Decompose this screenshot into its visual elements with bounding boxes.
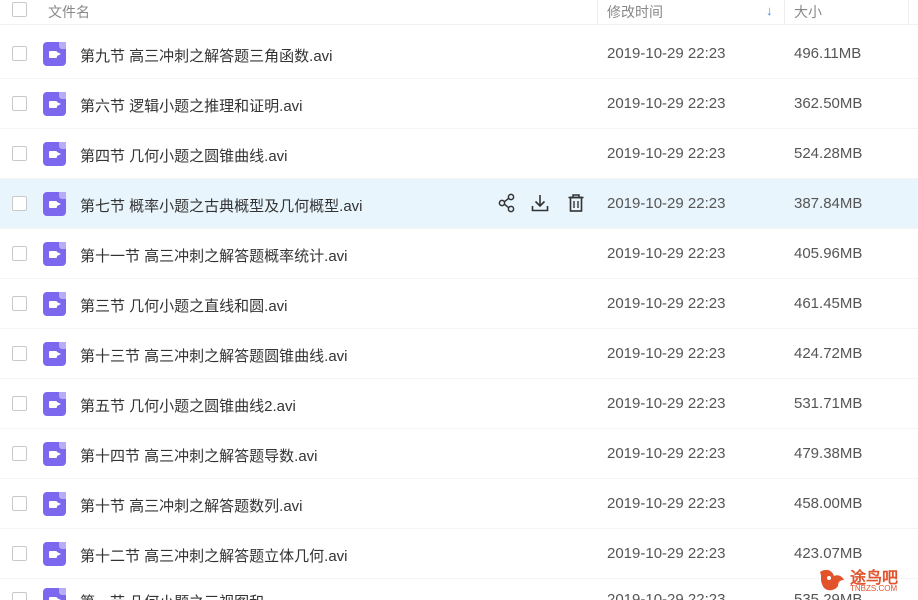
file-row[interactable]: 第三节 几何小题之直线和圆.avi 2019-10-29 22:23 461.4… bbox=[0, 279, 918, 329]
file-size: 424.72MB bbox=[794, 345, 863, 362]
file-size: 531.71MB bbox=[794, 395, 863, 412]
video-file-icon bbox=[43, 542, 66, 566]
file-modified-time: 2019-10-29 22:23 bbox=[607, 145, 726, 162]
file-size: 461.45MB bbox=[794, 295, 863, 312]
video-file-icon bbox=[43, 292, 66, 316]
file-name[interactable]: 第一节 几何小题之三视图和... bbox=[80, 591, 277, 600]
file-row[interactable]: 第九节 高三冲刺之解答题三角函数.avi 2019-10-29 22:23 49… bbox=[0, 29, 918, 79]
video-file-icon bbox=[43, 392, 66, 416]
file-name[interactable]: 第九节 高三冲刺之解答题三角函数.avi bbox=[80, 45, 333, 66]
file-row-partial[interactable]: 第一节 几何小题之三视图和... 2019-10-29 22:23 535.29… bbox=[0, 575, 918, 600]
download-icon[interactable] bbox=[529, 192, 551, 214]
video-file-icon bbox=[43, 588, 66, 600]
file-modified-time: 2019-10-29 22:23 bbox=[607, 395, 726, 412]
file-name[interactable]: 第七节 概率小题之古典概型及几何概型.avi bbox=[80, 195, 363, 216]
row-checkbox[interactable] bbox=[12, 546, 27, 561]
row-checkbox[interactable] bbox=[12, 46, 27, 61]
file-name[interactable]: 第四节 几何小题之圆锥曲线.avi bbox=[80, 145, 288, 166]
row-checkbox[interactable] bbox=[12, 146, 27, 161]
file-name[interactable]: 第十三节 高三冲刺之解答题圆锥曲线.avi bbox=[80, 345, 348, 366]
file-name[interactable]: 第三节 几何小题之直线和圆.avi bbox=[80, 295, 288, 316]
video-file-icon bbox=[43, 42, 66, 66]
file-modified-time: 2019-10-29 22:23 bbox=[607, 545, 726, 562]
file-size: 496.11MB bbox=[794, 45, 862, 62]
file-modified-time: 2019-10-29 22:23 bbox=[607, 195, 726, 212]
file-row[interactable]: 第五节 几何小题之圆锥曲线2.avi 2019-10-29 22:23 531.… bbox=[0, 379, 918, 429]
file-modified-time: 2019-10-29 22:23 bbox=[607, 445, 726, 462]
video-file-icon bbox=[43, 142, 66, 166]
file-size: 458.00MB bbox=[794, 495, 863, 512]
file-row[interactable]: 第十三节 高三冲刺之解答题圆锥曲线.avi 2019-10-29 22:23 4… bbox=[0, 329, 918, 379]
row-checkbox[interactable] bbox=[12, 592, 27, 600]
row-checkbox[interactable] bbox=[12, 396, 27, 411]
file-modified-time: 2019-10-29 22:23 bbox=[607, 95, 726, 112]
column-divider[interactable] bbox=[784, 0, 785, 25]
watermark-logo: 途鸟吧 TNBZS.COM bbox=[816, 562, 916, 598]
file-modified-time: 2019-10-29 22:23 bbox=[607, 295, 726, 312]
video-file-icon bbox=[43, 92, 66, 116]
share-icon[interactable] bbox=[496, 192, 518, 214]
row-checkbox[interactable] bbox=[12, 346, 27, 361]
file-size: 479.38MB bbox=[794, 445, 863, 462]
file-size: 387.84MB bbox=[794, 195, 863, 212]
file-list-header: 文件名 修改时间 ↓ 大小 bbox=[0, 0, 918, 25]
file-size: 524.28MB bbox=[794, 145, 863, 162]
row-checkbox[interactable] bbox=[12, 246, 27, 261]
video-file-icon bbox=[43, 342, 66, 366]
video-file-icon bbox=[43, 242, 66, 266]
file-name[interactable]: 第十一节 高三冲刺之解答题概率统计.avi bbox=[80, 245, 348, 266]
video-file-icon bbox=[43, 192, 66, 216]
file-modified-time: 2019-10-29 22:23 bbox=[607, 245, 726, 262]
column-header-name[interactable]: 文件名 bbox=[48, 2, 90, 22]
video-file-icon bbox=[43, 442, 66, 466]
file-name[interactable]: 第十四节 高三冲刺之解答题导数.avi bbox=[80, 445, 318, 466]
row-checkbox[interactable] bbox=[12, 296, 27, 311]
file-size: 423.07MB bbox=[794, 545, 863, 562]
file-name[interactable]: 第五节 几何小题之圆锥曲线2.avi bbox=[80, 395, 296, 416]
select-all-checkbox[interactable] bbox=[12, 2, 27, 17]
row-checkbox[interactable] bbox=[12, 496, 27, 511]
file-row[interactable]: 第十一节 高三冲刺之解答题概率统计.avi 2019-10-29 22:23 4… bbox=[0, 229, 918, 279]
row-checkbox[interactable] bbox=[12, 96, 27, 111]
file-size: 362.50MB bbox=[794, 95, 863, 112]
file-row[interactable]: 第六节 逻辑小题之推理和证明.avi 2019-10-29 22:23 362.… bbox=[0, 79, 918, 129]
column-divider[interactable] bbox=[908, 0, 909, 25]
file-row[interactable]: 第十四节 高三冲刺之解答题导数.avi 2019-10-29 22:23 479… bbox=[0, 429, 918, 479]
column-header-size[interactable]: 大小 bbox=[794, 2, 822, 22]
file-modified-time: 2019-10-29 22:23 bbox=[607, 591, 726, 600]
file-size: 405.96MB bbox=[794, 245, 863, 262]
column-header-modified-time[interactable]: 修改时间 bbox=[607, 2, 663, 22]
sort-arrow-down-icon[interactable]: ↓ bbox=[766, 3, 773, 18]
file-modified-time: 2019-10-29 22:23 bbox=[607, 345, 726, 362]
file-modified-time: 2019-10-29 22:23 bbox=[607, 45, 726, 62]
file-name[interactable]: 第十二节 高三冲刺之解答题立体几何.avi bbox=[80, 545, 348, 566]
bird-logo-icon bbox=[820, 569, 844, 591]
watermark-subtext: TNBZS.COM bbox=[850, 584, 898, 593]
file-name[interactable]: 第十节 高三冲刺之解答题数列.avi bbox=[80, 495, 303, 516]
file-modified-time: 2019-10-29 22:23 bbox=[607, 495, 726, 512]
row-checkbox[interactable] bbox=[12, 446, 27, 461]
file-row-hovered[interactable]: 第七节 概率小题之古典概型及几何概型.avi 2019-10-29 22:23 … bbox=[0, 179, 918, 229]
file-row[interactable]: 第十节 高三冲刺之解答题数列.avi 2019-10-29 22:23 458.… bbox=[0, 479, 918, 529]
video-file-icon bbox=[43, 492, 66, 516]
delete-icon[interactable] bbox=[565, 192, 587, 214]
file-row[interactable]: 第四节 几何小题之圆锥曲线.avi 2019-10-29 22:23 524.2… bbox=[0, 129, 918, 179]
file-row[interactable]: 第十二节 高三冲刺之解答题立体几何.avi 2019-10-29 22:23 4… bbox=[0, 529, 918, 579]
file-name[interactable]: 第六节 逻辑小题之推理和证明.avi bbox=[80, 95, 303, 116]
row-checkbox[interactable] bbox=[12, 196, 27, 211]
column-divider[interactable] bbox=[597, 0, 598, 25]
